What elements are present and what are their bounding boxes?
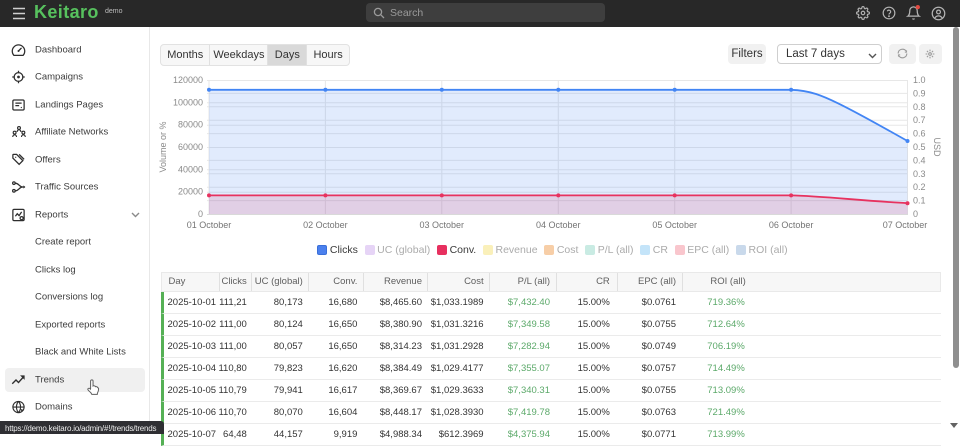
svg-text:04 October: 04 October [536,220,581,230]
svg-text:0.4: 0.4 [913,155,926,165]
svg-text:05 October: 05 October [652,220,697,230]
svg-text:0.7: 0.7 [913,115,926,125]
svg-text:0.2: 0.2 [913,182,926,192]
svg-text:0.1: 0.1 [913,196,926,206]
svg-text:0.5: 0.5 [913,142,926,152]
svg-text:07 October: 07 October [883,220,928,230]
svg-text:03 October: 03 October [420,220,465,230]
svg-text:80000: 80000 [178,120,203,130]
svg-text:USD: USD [932,137,942,157]
svg-text:0.3: 0.3 [913,169,926,179]
svg-text:120000: 120000 [173,75,203,85]
svg-text:0: 0 [913,209,918,219]
svg-text:0: 0 [198,209,203,219]
svg-text:0.9: 0.9 [913,88,926,98]
svg-text:Volume or %: Volume or % [158,121,168,172]
svg-text:1.0: 1.0 [913,75,926,85]
svg-text:0.8: 0.8 [913,102,926,112]
svg-text:01 October: 01 October [187,220,232,230]
svg-text:06 October: 06 October [769,220,814,230]
svg-text:20000: 20000 [178,187,203,197]
svg-text:0.6: 0.6 [913,129,926,139]
svg-text:40000: 40000 [178,164,203,174]
svg-text:60000: 60000 [178,142,203,152]
svg-text:100000: 100000 [173,97,203,107]
svg-text:02 October: 02 October [303,220,348,230]
